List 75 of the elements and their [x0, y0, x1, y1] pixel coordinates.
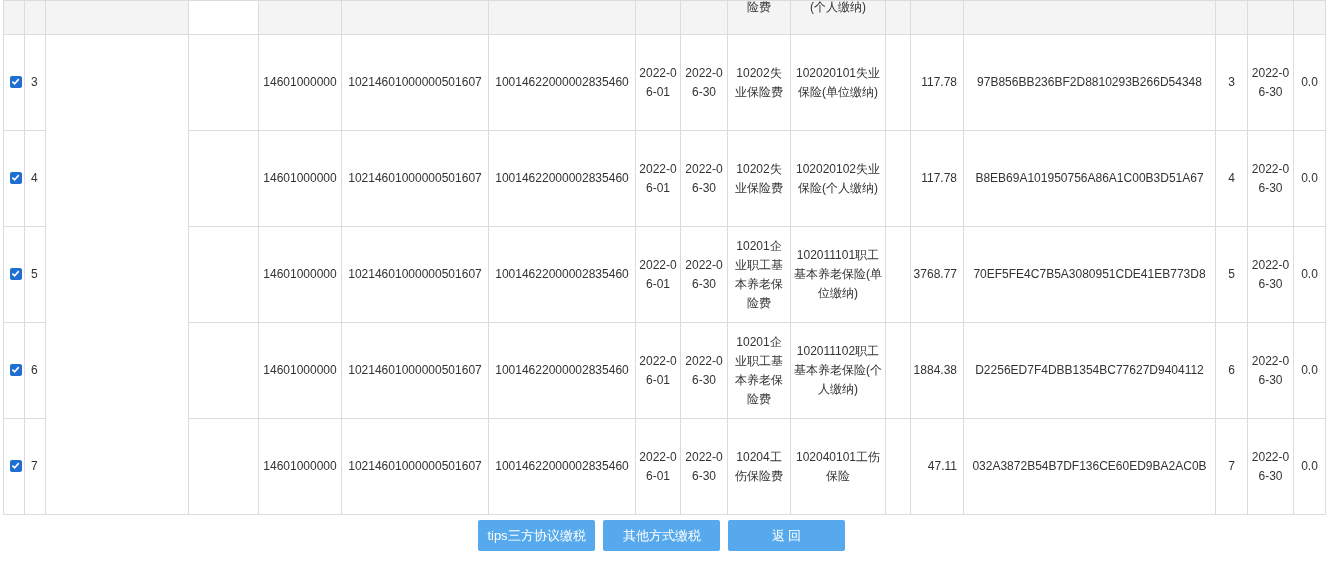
table-cell: 0.0: [1301, 75, 1318, 89]
table-cell-text: 102020102失业保险(个人缴纳): [794, 160, 882, 197]
table-cell: 97B856BB236BF2D8810293B266D54348: [977, 75, 1202, 89]
table-cell-text: 2022-06-30: [684, 160, 724, 197]
table-cell: (个人缴纳): [810, 0, 866, 14]
checkbox[interactable]: [9, 363, 22, 376]
table-cell: 7: [31, 459, 38, 473]
table-cell: 5: [31, 267, 38, 281]
table-cell: 1884.38: [913, 363, 957, 377]
table-cell-text: 2022-06-01: [638, 448, 678, 485]
table-cell-text: 2022-06-01: [638, 256, 678, 293]
table-cell-text: 2022-06-01: [638, 352, 678, 389]
table-cell-text: 102011102职工基本养老保险(个人缴纳): [793, 343, 883, 398]
action-button[interactable]: 其他方式缴税: [603, 520, 720, 551]
table-cell-text: 102011101职工基本养老保险(单位缴纳): [793, 247, 883, 302]
table-cell: 10214601000000501607: [348, 75, 482, 89]
table-cell: 10014622000002835460: [495, 267, 629, 281]
table-cell-text: 2022-06-30: [1250, 160, 1291, 197]
action-button[interactable]: tips三方协议缴税: [478, 520, 595, 551]
table-cell-text: 2022-06-30: [684, 64, 724, 101]
table-cell-text: 2022-06-30: [684, 352, 724, 389]
table-cell: 117.78: [921, 171, 957, 185]
table-cell: 10014622000002835460: [495, 459, 629, 473]
table-cell: 0.0: [1301, 171, 1318, 185]
table-cell: 10214601000000501607: [348, 363, 482, 377]
table-cell-text: 102020101失业保险(单位缴纳): [794, 64, 882, 101]
table-cell: 0.0: [1301, 267, 1318, 281]
table-cell-text: 10201企业职工基本养老保险费: [734, 333, 784, 408]
table-cell-text: 2022-06-01: [638, 160, 678, 197]
table-cell: 5: [1228, 267, 1235, 281]
checkbox[interactable]: [9, 459, 22, 472]
table-cell: 7: [1228, 459, 1235, 473]
table-cell: 3: [1228, 75, 1235, 89]
table-cell: 险费: [747, 0, 771, 14]
table-cell: B8EB69A101950756A86A1C00B3D51A67: [975, 171, 1204, 185]
table-cell-text: 10202失业保险费: [734, 160, 784, 197]
table-cell: 14601000000: [263, 459, 337, 473]
table-cell-text: 2022-06-30: [1250, 448, 1291, 485]
table-cell-text: 10202失业保险费: [734, 64, 784, 101]
table-cell: 10214601000000501607: [348, 171, 482, 185]
table-cell-text: 2022-06-30: [1250, 64, 1291, 101]
table-cell: 4: [1228, 171, 1235, 185]
table-cell: 10014622000002835460: [495, 171, 629, 185]
table-cell: 10214601000000501607: [348, 267, 482, 281]
table-cell: 14601000000: [263, 363, 337, 377]
table-cell: 14601000000: [263, 267, 337, 281]
table-cell: 117.78: [921, 75, 957, 89]
table-cell: 10014622000002835460: [495, 75, 629, 89]
table-cell: D2256ED7F4DBB1354BC77627D9404112: [975, 363, 1204, 377]
table-cell: 0.0: [1301, 459, 1318, 473]
checkbox[interactable]: [9, 171, 22, 184]
table-cell: 3768.77: [913, 267, 957, 281]
table-cell-text: 2022-06-30: [684, 448, 724, 485]
checkbox[interactable]: [9, 75, 22, 88]
table-cell-text: 2022-06-01: [638, 64, 678, 101]
table-cell: 14601000000: [263, 75, 337, 89]
table-cell: 3: [31, 75, 38, 89]
table-cell-text: 10204工伤保险费: [734, 448, 784, 485]
table-cell: 10014622000002835460: [495, 363, 629, 377]
table-cell: 47.11: [927, 459, 957, 473]
table-cell: 10214601000000501607: [348, 459, 482, 473]
table-cell: 14601000000: [263, 171, 337, 185]
table-cell-text: 2022-06-30: [1250, 256, 1291, 293]
action-button[interactable]: 返 回: [728, 520, 845, 551]
table-cell-text: 10201企业职工基本养老保险费: [734, 237, 784, 312]
table-cell: 6: [1228, 363, 1235, 377]
table-cell-text: 102040101工伤保险: [794, 448, 882, 485]
table-cell-text: 2022-06-30: [684, 256, 724, 293]
table-cell-text: 2022-06-30: [1250, 352, 1291, 389]
checkbox[interactable]: [9, 267, 22, 280]
table-cell: 4: [31, 171, 38, 185]
table-cell: 032A3872B54B7DF136CE60ED9BA2AC0B: [972, 459, 1207, 473]
table-cell: 6: [31, 363, 38, 377]
table-cell: 70EF5FE4C7B5A3080951CDE41EB773D8: [973, 267, 1206, 281]
table-cell: 0.0: [1301, 363, 1318, 377]
